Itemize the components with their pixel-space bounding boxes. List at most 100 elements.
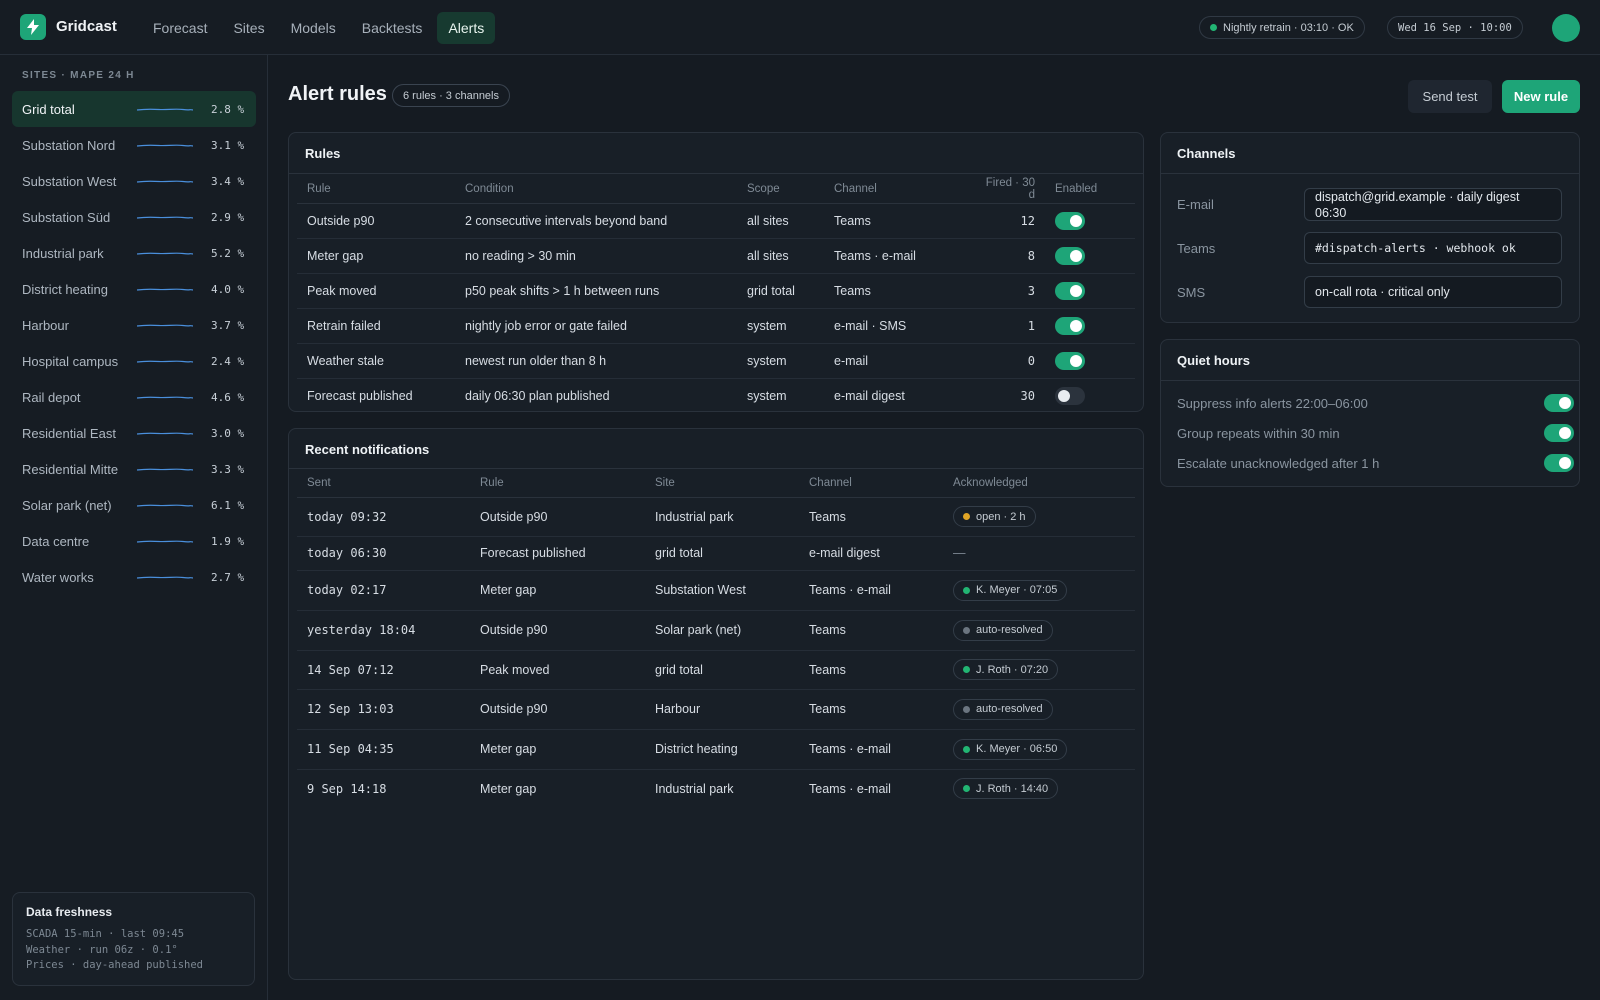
site-mape: 3.1 % (211, 138, 245, 152)
col-enabled[interactable]: Enabled (1045, 175, 1135, 204)
col-condition[interactable]: Condition (455, 175, 737, 204)
rule-row[interactable]: Outside p90 2 consecutive intervals beyon… (297, 203, 1135, 239)
site-item[interactable]: District heating 4.0 % (12, 271, 256, 307)
col-sent[interactable]: Sent (297, 469, 470, 498)
site-item[interactable]: Substation Nord 3.1 % (12, 127, 256, 163)
site-name: Substation West (22, 173, 117, 189)
site-mape: 3.0 % (211, 426, 245, 440)
divider (1161, 173, 1579, 174)
send-test-button[interactable]: Send test (1408, 80, 1492, 113)
rule-row[interactable]: Forecast published daily 06:30 plan publi… (297, 378, 1135, 413)
col-site[interactable]: Site (645, 469, 799, 498)
site-mape: 1.9 % (211, 534, 245, 548)
channels-panel: Channels E-mail dispatch@grid.example · … (1160, 132, 1580, 323)
notification-site: grid total (645, 650, 799, 690)
notification-row[interactable]: today 02:17 Meter gap Substation West Teams… (297, 570, 1135, 611)
rule-row[interactable]: Peak moved p50 peak shifts > 1 h between … (297, 273, 1135, 309)
notifications-table: Sent Rule Site Channel Acknowledged toda… (297, 469, 1135, 808)
notification-row[interactable]: yesterday 18:04 Outside p90 Solar park (ne… (297, 610, 1135, 651)
notification-site: grid total (645, 536, 799, 571)
notification-row[interactable]: 9 Sep 14:18 Meter gap Industrial park Teams… (297, 769, 1135, 808)
enabled-toggle[interactable] (1055, 211, 1085, 230)
rule-name: Forecast published (307, 388, 413, 403)
rule-name: Weather stale (297, 343, 455, 379)
tab-alerts[interactable]: Alerts (437, 12, 496, 44)
site-item[interactable]: Industrial park 5.2 % (12, 235, 256, 271)
tab-forecast[interactable]: Forecast (142, 12, 218, 44)
ack-text: — (953, 546, 966, 560)
notification-row[interactable]: today 06:30 Forecast published grid total e… (297, 536, 1135, 571)
notification-channel: Teams · e-mail (799, 729, 943, 770)
channel-label: Teams (1177, 240, 1216, 256)
email-field[interactable]: dispatch@grid.example · daily digest 06:… (1304, 188, 1562, 221)
retrain-status-badge: Nightly retrain · 03:10 · OK (1199, 16, 1365, 39)
site-item[interactable]: Rail depot 4.6 % (12, 379, 256, 415)
notification-ack-cell: K. Meyer · 06:50 (943, 729, 1135, 770)
teams-field[interactable]: #dispatch-alerts · webhook ok (1304, 232, 1562, 264)
site-name: Data centre (22, 533, 90, 549)
col-fired[interactable]: Fired · 30 d (974, 175, 1045, 204)
suppress-info-toggle[interactable] (1544, 394, 1574, 412)
sparkline-icon (136, 355, 194, 367)
quiet-option: Escalate unacknowledged after 1 h (1177, 454, 1574, 472)
channel-label: SMS (1177, 284, 1206, 300)
tab-sites[interactable]: Sites (222, 12, 275, 44)
group-repeats-toggle[interactable] (1544, 424, 1574, 442)
channel-email: E-mail dispatch@grid.example · daily dig… (1177, 188, 1567, 221)
notification-site: Industrial park (645, 497, 799, 537)
rule-condition: p50 peak shifts > 1 h between runs (455, 273, 737, 309)
col-acknowledged[interactable]: Acknowledged (943, 469, 1135, 498)
escalate-toggle[interactable] (1544, 454, 1574, 472)
rule-condition: nightly job error or gate failed (455, 308, 737, 344)
enabled-toggle[interactable] (1055, 246, 1085, 265)
col-channel[interactable]: Channel (824, 175, 974, 204)
page-title: Alert rules (288, 83, 387, 105)
site-item[interactable]: Hospital campus 2.4 % (12, 343, 256, 379)
notification-ack-cell: auto-resolved (943, 610, 1135, 651)
rule-fired-count: 8 (974, 238, 1045, 274)
site-item[interactable]: Substation West 3.4 % (12, 163, 256, 199)
col-rule[interactable]: Rule (297, 175, 455, 204)
site-name: Solar park (net) (22, 497, 112, 513)
rule-row[interactable]: Meter gap no reading > 30 min all sites Tea… (297, 238, 1135, 274)
avatar[interactable] (1552, 14, 1580, 42)
enabled-toggle[interactable] (1055, 386, 1085, 405)
site-item[interactable]: Solar park (net) 6.1 % (12, 487, 256, 523)
bolt-icon[interactable] (20, 14, 46, 40)
site-mape: 3.7 % (211, 318, 245, 332)
col-channel[interactable]: Channel (799, 469, 943, 498)
rule-enabled-cell (1045, 308, 1135, 344)
status-dot-icon (1210, 24, 1217, 31)
rules-panel: Rules Rule Condition Scope Channel Fired… (288, 132, 1144, 412)
col-scope[interactable]: Scope (737, 175, 824, 204)
ack-text: auto-resolved (976, 703, 1043, 715)
notification-rule: Forecast published (470, 536, 645, 571)
new-rule-button[interactable]: New rule (1502, 80, 1580, 113)
ack-text: J. Roth · 07:20 (976, 663, 1049, 676)
enabled-toggle[interactable] (1055, 281, 1085, 300)
notification-rule: Outside p90 (470, 610, 645, 651)
notification-row[interactable]: 14 Sep 07:12 Peak moved grid total Teams J. … (297, 650, 1135, 690)
rule-row[interactable]: Retrain failed nightly job error or gate … (297, 308, 1135, 344)
enabled-toggle[interactable] (1055, 351, 1085, 370)
site-item[interactable]: Residential East 3.0 % (12, 415, 256, 451)
notification-row[interactable]: 12 Sep 13:03 Outside p90 Harbour Teams auto-… (297, 689, 1135, 730)
tab-backtests[interactable]: Backtests (351, 12, 434, 44)
tab-models[interactable]: Models (280, 12, 347, 44)
notification-row[interactable]: 11 Sep 04:35 Meter gap District heating Tea… (297, 729, 1135, 770)
enabled-toggle[interactable] (1055, 316, 1085, 335)
site-item[interactable]: Grid total 2.8 % (12, 91, 256, 127)
sms-field[interactable]: on-call rota · critical only (1304, 276, 1562, 308)
col-rule[interactable]: Rule (470, 469, 645, 498)
site-item[interactable]: Residential Mitte 3.3 % (12, 451, 256, 487)
sidebar-heading: SITES · MAPE 24 H (22, 70, 135, 81)
notification-row[interactable]: today 09:32 Outside p90 Industrial park Tea… (297, 497, 1135, 537)
rule-row[interactable]: Weather stale newest run older than 8 h sy… (297, 343, 1135, 379)
site-item[interactable]: Substation Süd 2.9 % (12, 199, 256, 235)
site-item[interactable]: Water works 2.7 % (12, 559, 256, 595)
rule-scope: all sites (737, 203, 824, 239)
site-item[interactable]: Data centre 1.9 % (12, 523, 256, 559)
status-dot-icon (963, 666, 970, 673)
site-item[interactable]: Harbour 3.7 % (12, 307, 256, 343)
freshness-weather: Weather · run 06z · 0.1° (26, 943, 178, 956)
